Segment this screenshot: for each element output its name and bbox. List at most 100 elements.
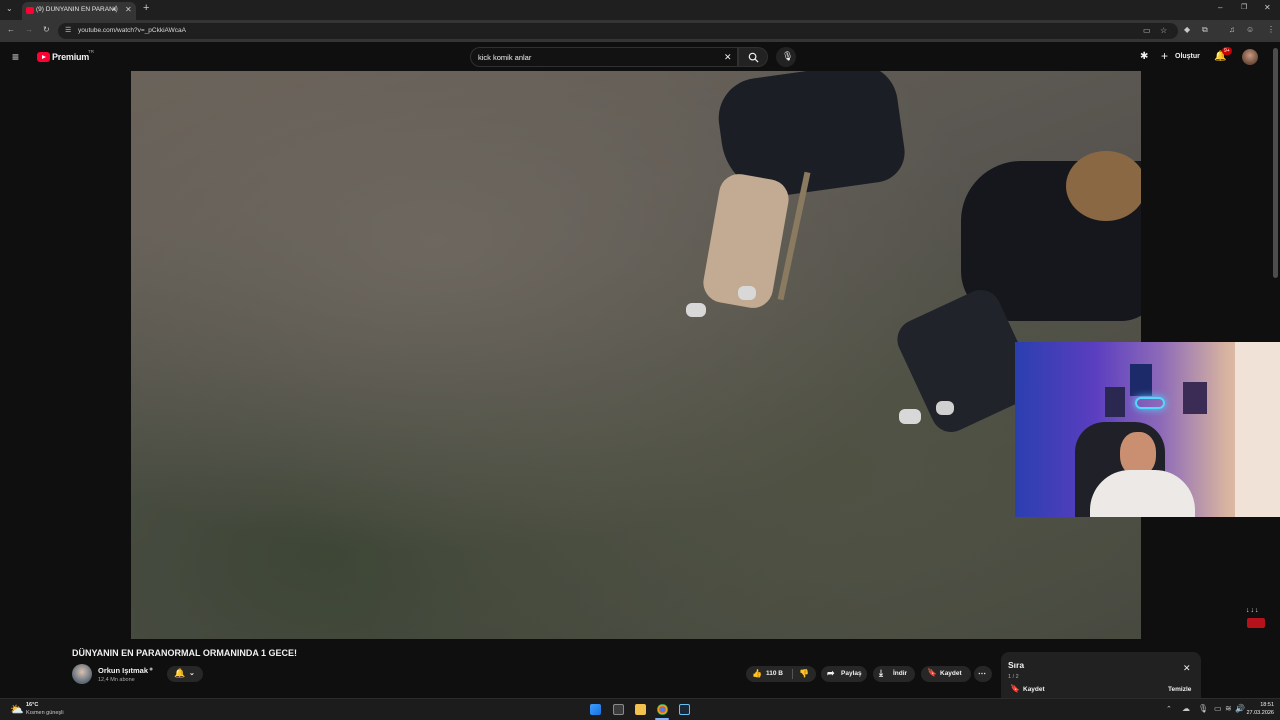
file-explorer-icon[interactable] bbox=[635, 704, 646, 715]
clear-search-icon[interactable]: ✕ bbox=[724, 52, 732, 63]
extension-icon[interactable]: ◆ bbox=[1184, 26, 1190, 34]
region-badge: TR bbox=[88, 49, 94, 54]
forward-icon[interactable]: → bbox=[25, 26, 33, 34]
youtube-header: ≡ Premium TR kick komik anlar ✕ 🎙 ✱ + Ol… bbox=[0, 43, 1280, 71]
like-button[interactable]: 👍 110 B bbox=[746, 666, 792, 682]
share-button[interactable]: ➦ Paylaş bbox=[821, 666, 867, 682]
wall-poster bbox=[1105, 387, 1125, 417]
back-icon[interactable]: ← bbox=[7, 26, 15, 34]
share-icon: ➦ bbox=[827, 668, 835, 678]
reload-icon[interactable]: ↻ bbox=[43, 26, 50, 34]
tab-close-icon[interactable]: ✕ bbox=[125, 6, 132, 14]
bell-icon: 🔔 bbox=[174, 668, 186, 678]
door bbox=[1235, 342, 1280, 517]
hamburger-menu-icon[interactable]: ≡ bbox=[12, 50, 19, 64]
person-shoe bbox=[936, 401, 954, 415]
premium-logo-text[interactable]: Premium bbox=[52, 52, 89, 62]
person-shoe bbox=[738, 286, 756, 300]
youtube-favicon-icon bbox=[26, 7, 34, 14]
more-actions-button[interactable]: ⋯ bbox=[974, 666, 992, 682]
share-label: Paylaş bbox=[841, 670, 862, 677]
search-box[interactable]: kick komik anlar ✕ bbox=[470, 47, 738, 67]
task-view-icon[interactable] bbox=[613, 704, 624, 715]
video-player[interactable] bbox=[131, 71, 1141, 639]
profile-icon[interactable]: ☺ bbox=[1246, 26, 1254, 34]
site-info-icon[interactable]: ☰ bbox=[65, 27, 71, 34]
weather-sun-icon: ⛅ bbox=[10, 704, 24, 716]
browser-tab-strip: ⌄ (9) DÜNYANIN EN PARANO ◂) ✕ + – ❐ ✕ bbox=[0, 0, 1280, 20]
speaker-icon[interactable]: ◂) bbox=[112, 6, 118, 13]
save-button[interactable]: 🔖 Kaydet bbox=[921, 666, 971, 682]
weather-widget[interactable]: ⛅ bbox=[10, 702, 26, 718]
queue-position: 1 / 2 bbox=[1008, 674, 1019, 680]
download-label: İndir bbox=[893, 670, 908, 677]
search-icon bbox=[748, 52, 759, 63]
thumbs-up-icon: 👍 bbox=[752, 669, 762, 678]
clock-date[interactable]: 27.03.2026 bbox=[1240, 710, 1274, 716]
chrome-icon[interactable] bbox=[657, 704, 668, 715]
bookmark-icon: 🔖 bbox=[927, 668, 937, 677]
channel-name[interactable]: Orkun Işıtmak bbox=[98, 666, 148, 675]
stream-overlay-logo: ↓↓↓ bbox=[1246, 607, 1266, 629]
cast-icon[interactable]: ✱ bbox=[1140, 51, 1148, 62]
minimize-icon[interactable]: – bbox=[1218, 4, 1222, 12]
tray-app-icon[interactable]: ☁ bbox=[1182, 705, 1190, 713]
channel-avatar[interactable] bbox=[72, 664, 92, 684]
subscriber-count: 12,4 Mn abone bbox=[98, 677, 135, 683]
tray-mic-icon[interactable]: 🎙 bbox=[1198, 705, 1208, 713]
window-close-icon[interactable]: ✕ bbox=[1264, 4, 1271, 12]
microphone-icon: 🎙 bbox=[782, 51, 794, 61]
thumbs-down-icon: 👎 bbox=[799, 669, 809, 678]
chrome-menu-icon[interactable]: ⋮ bbox=[1267, 26, 1275, 34]
more-icon: ⋯ bbox=[978, 669, 986, 678]
steam-icon[interactable] bbox=[679, 704, 690, 715]
fur-hood bbox=[1066, 151, 1141, 221]
wifi-icon[interactable]: ≋ bbox=[1225, 705, 1232, 713]
weather-description: Kısmen güneşli bbox=[26, 710, 64, 716]
browser-toolbar: ← → ↻ ☰ youtube.com/watch?v=_pCkkiAWcaA … bbox=[0, 20, 1280, 42]
clock-time[interactable]: 18:51 bbox=[1244, 702, 1274, 708]
address-bar[interactable]: ☰ youtube.com/watch?v=_pCkkiAWcaA ▭ ☆ bbox=[58, 23, 1178, 39]
queue-clear-button[interactable]: Temizle bbox=[1168, 686, 1191, 693]
media-control-icon[interactable]: ♫ bbox=[1229, 26, 1235, 34]
new-tab-icon[interactable]: + bbox=[143, 3, 149, 14]
like-count: 110 B bbox=[766, 670, 783, 677]
tray-chevron-icon[interactable]: ⌃ bbox=[1166, 706, 1172, 713]
account-avatar[interactable] bbox=[1242, 49, 1258, 65]
page-scrollbar[interactable] bbox=[1273, 48, 1278, 278]
verified-icon: ● bbox=[149, 666, 154, 673]
tab-search-icon[interactable]: ⌄ bbox=[6, 5, 13, 13]
tab-title: (9) DÜNYANIN EN PARANO bbox=[36, 6, 116, 13]
person-shoe bbox=[899, 409, 921, 424]
queue-panel: Sıra 1 / 2 ✕ 🔖 Kaydet Temizle bbox=[1001, 652, 1201, 700]
create-button[interactable]: + Oluştur bbox=[1158, 49, 1204, 65]
create-label: Oluştur bbox=[1175, 53, 1200, 60]
download-button[interactable]: ⤓ İndir bbox=[873, 666, 915, 682]
subscribed-button[interactable]: 🔔 ⌄ bbox=[167, 666, 203, 682]
windows-start-icon[interactable] bbox=[590, 704, 601, 715]
search-button[interactable] bbox=[738, 47, 768, 67]
save-label: Kaydet bbox=[940, 670, 962, 677]
like-dislike-group: 👍 110 B 👎 bbox=[746, 666, 816, 682]
divider bbox=[792, 669, 793, 679]
youtube-logo-icon[interactable] bbox=[37, 52, 50, 62]
search-input[interactable]: kick komik anlar bbox=[478, 53, 531, 62]
tray-display-icon[interactable]: ▭ bbox=[1214, 705, 1222, 713]
install-icon[interactable]: ▭ bbox=[1143, 27, 1151, 35]
extensions-puzzle-icon[interactable]: ⧉ bbox=[1202, 26, 1208, 34]
chevron-down-icon: ⌄ bbox=[189, 670, 195, 677]
queue-save-button[interactable]: 🔖 Kaydet bbox=[1008, 684, 1058, 696]
plus-icon: + bbox=[1161, 49, 1169, 63]
url-text: youtube.com/watch?v=_pCkkiAWcaA bbox=[78, 27, 186, 34]
streamer-shirt bbox=[1090, 470, 1195, 517]
bookmark-star-icon[interactable]: ☆ bbox=[1160, 27, 1167, 35]
download-icon: ⤓ bbox=[879, 668, 883, 678]
notification-badge: 9+ bbox=[1222, 47, 1232, 55]
dislike-button[interactable]: 👎 bbox=[794, 666, 816, 682]
voice-search-button[interactable]: 🎙 bbox=[776, 47, 796, 67]
maximize-icon[interactable]: ❐ bbox=[1241, 4, 1247, 11]
browser-tab[interactable]: (9) DÜNYANIN EN PARANO ◂) ✕ bbox=[22, 2, 136, 20]
queue-close-icon[interactable]: ✕ bbox=[1183, 663, 1191, 674]
wall-poster bbox=[1183, 382, 1207, 414]
facecam-overlay bbox=[1015, 342, 1280, 517]
